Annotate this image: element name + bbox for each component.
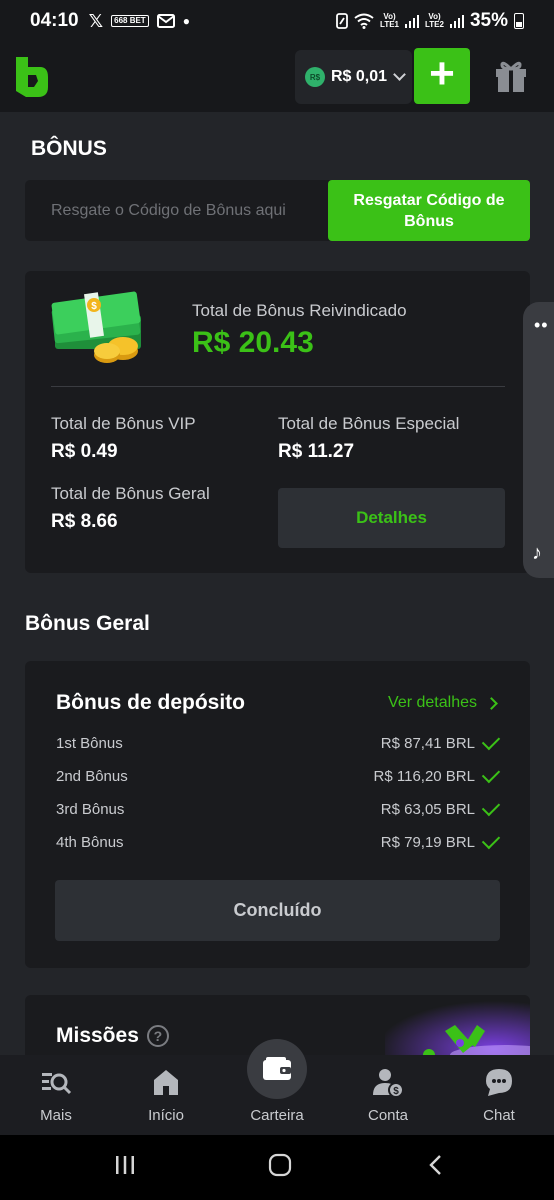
balance-selector[interactable]: R$ R$ 0,01 xyxy=(295,50,412,104)
redeem-code-button[interactable]: Resgatar Código de Bônus xyxy=(328,180,530,241)
wallet-icon xyxy=(263,1057,291,1080)
claimed-total-value: R$ 20.43 xyxy=(192,326,314,359)
general-bonus-section-title: Bônus Geral xyxy=(25,612,150,635)
nav-more[interactable]: Mais xyxy=(6,1055,106,1135)
svg-text:$: $ xyxy=(91,301,97,312)
app-logo[interactable] xyxy=(14,55,50,99)
check-icon xyxy=(481,797,501,816)
deposit-bonus-title: Bônus de depósito xyxy=(56,691,245,714)
bonus-code-input[interactable] xyxy=(25,180,328,241)
bottom-navigation: Mais Início Carteira $ Conta Chat xyxy=(0,1039,554,1135)
completed-button[interactable]: Concluído xyxy=(55,880,500,941)
battery-icon xyxy=(514,13,524,29)
bonus-row-amount: R$ 63,05 BRL xyxy=(380,800,475,818)
system-navigation-bar xyxy=(0,1135,554,1200)
nav-home[interactable]: Início xyxy=(116,1055,216,1135)
more-dots-icon[interactable]: •• xyxy=(534,316,549,334)
nav-chat-label: Chat xyxy=(483,1107,515,1124)
nav-wallet-label: Carteira xyxy=(250,1107,304,1124)
special-bonus-label: Total de Bônus Especial xyxy=(278,414,460,433)
mail-icon xyxy=(156,14,175,28)
bet-app-icon: 668 BET xyxy=(111,15,149,27)
bonus-summary-card: $ Total de Bônus Reivindicado R$ 20.43 T… xyxy=(25,271,530,573)
details-button[interactable]: Detalhes xyxy=(278,488,505,548)
nav-wallet[interactable]: Carteira xyxy=(227,1039,327,1135)
bonus-row: 3rd Bônus R$ 63,05 BRL xyxy=(56,797,501,820)
lte1-icon: Vo) LTE1 xyxy=(380,12,399,29)
home-icon xyxy=(154,1070,178,1095)
wallet-button[interactable] xyxy=(247,1039,307,1099)
bonus-row-amount: R$ 87,41 BRL xyxy=(380,734,475,752)
back-icon[interactable] xyxy=(424,1153,448,1177)
nav-account[interactable]: $ Conta xyxy=(338,1055,438,1135)
chevron-down-icon xyxy=(393,68,406,81)
gift-icon[interactable] xyxy=(494,58,528,94)
missions-illustration xyxy=(385,995,530,1055)
signal1-icon xyxy=(405,14,419,28)
bonus-row-label: 2nd Bônus xyxy=(56,767,128,785)
svg-text:$: $ xyxy=(393,1086,399,1097)
see-details-link[interactable]: Ver detalhes xyxy=(388,694,498,712)
app-header: R$ R$ 0,01 + xyxy=(0,42,554,112)
bonus-row-amount: R$ 116,20 BRL xyxy=(373,767,475,785)
chevron-right-icon xyxy=(485,696,498,710)
general-bonus-label: Total de Bônus Geral xyxy=(51,484,210,503)
nfc-icon xyxy=(336,13,348,29)
balance-amount: R$ 0,01 xyxy=(331,68,388,85)
missions-title-text: Missões xyxy=(56,1024,139,1047)
help-icon[interactable]: ? xyxy=(146,1025,169,1047)
vip-bonus-label: Total de Bônus VIP xyxy=(51,414,196,433)
redeem-code-row: Resgatar Código de Bônus xyxy=(25,180,530,241)
summary-divider xyxy=(51,386,505,387)
music-note-icon[interactable]: ♪ xyxy=(532,542,542,565)
battery-percent: 35% xyxy=(469,10,508,31)
bonus-row: 2nd Bônus R$ 116,20 BRL xyxy=(56,764,501,787)
nav-more-label: Mais xyxy=(40,1107,72,1124)
home-button-icon[interactable] xyxy=(268,1153,292,1177)
signal2-icon xyxy=(449,14,464,28)
chat-icon xyxy=(486,1069,512,1096)
bonus-row-label: 1st Bônus xyxy=(56,734,123,752)
claimed-total-label: Total de Bônus Reivindicado xyxy=(192,301,407,320)
missions-title: Missões ? xyxy=(56,1024,169,1048)
page-title: BÔNUS xyxy=(31,137,107,160)
floating-side-panel[interactable]: •• ♪ xyxy=(523,302,554,578)
x-app-icon: 𝕏 xyxy=(88,10,104,31)
bonus-row-label: 3rd Bônus xyxy=(56,800,125,818)
bonus-row-label: 4th Bônus xyxy=(56,833,124,851)
status-bar: 04:10 𝕏 668 BET ● Vo) LTE1 Vo) LTE2 35% xyxy=(0,0,554,42)
recent-apps-icon[interactable] xyxy=(113,1153,137,1177)
bonus-row-amount: R$ 79,19 BRL xyxy=(380,833,475,851)
bonus-row: 1st Bônus R$ 87,41 BRL xyxy=(56,731,501,754)
more-notifications-dot: ● xyxy=(182,14,190,28)
check-icon xyxy=(481,764,501,783)
lte2-icon: Vo) LTE2 xyxy=(425,12,444,29)
account-icon: $ xyxy=(373,1069,404,1098)
check-icon xyxy=(481,731,501,750)
system-status-icons: Vo) LTE1 Vo) LTE2 35% xyxy=(336,10,524,32)
special-bonus-value: R$ 11.27 xyxy=(278,441,355,462)
check-icon xyxy=(481,830,501,849)
search-list-icon xyxy=(42,1073,72,1095)
nav-account-label: Conta xyxy=(367,1107,409,1124)
nav-home-label: Início xyxy=(148,1107,184,1124)
wifi-icon xyxy=(354,13,374,29)
general-bonus-value: R$ 8.66 xyxy=(51,511,118,532)
deposit-button[interactable]: + xyxy=(414,48,470,104)
nav-chat[interactable]: Chat xyxy=(449,1055,549,1135)
bonus-row: 4th Bônus R$ 79,19 BRL xyxy=(56,830,501,853)
vip-bonus-value: R$ 0.49 xyxy=(51,441,118,462)
currency-coin-icon: R$ xyxy=(305,67,325,87)
money-stack-icon: $ xyxy=(51,291,141,363)
deposit-bonus-card: Bônus de depósito Ver detalhes 1st Bônus… xyxy=(25,661,530,968)
notification-icons: 𝕏 668 BET ● xyxy=(89,11,190,32)
plus-icon: + xyxy=(429,49,455,98)
status-time: 04:10 xyxy=(30,10,79,31)
see-details-label: Ver detalhes xyxy=(388,694,477,711)
